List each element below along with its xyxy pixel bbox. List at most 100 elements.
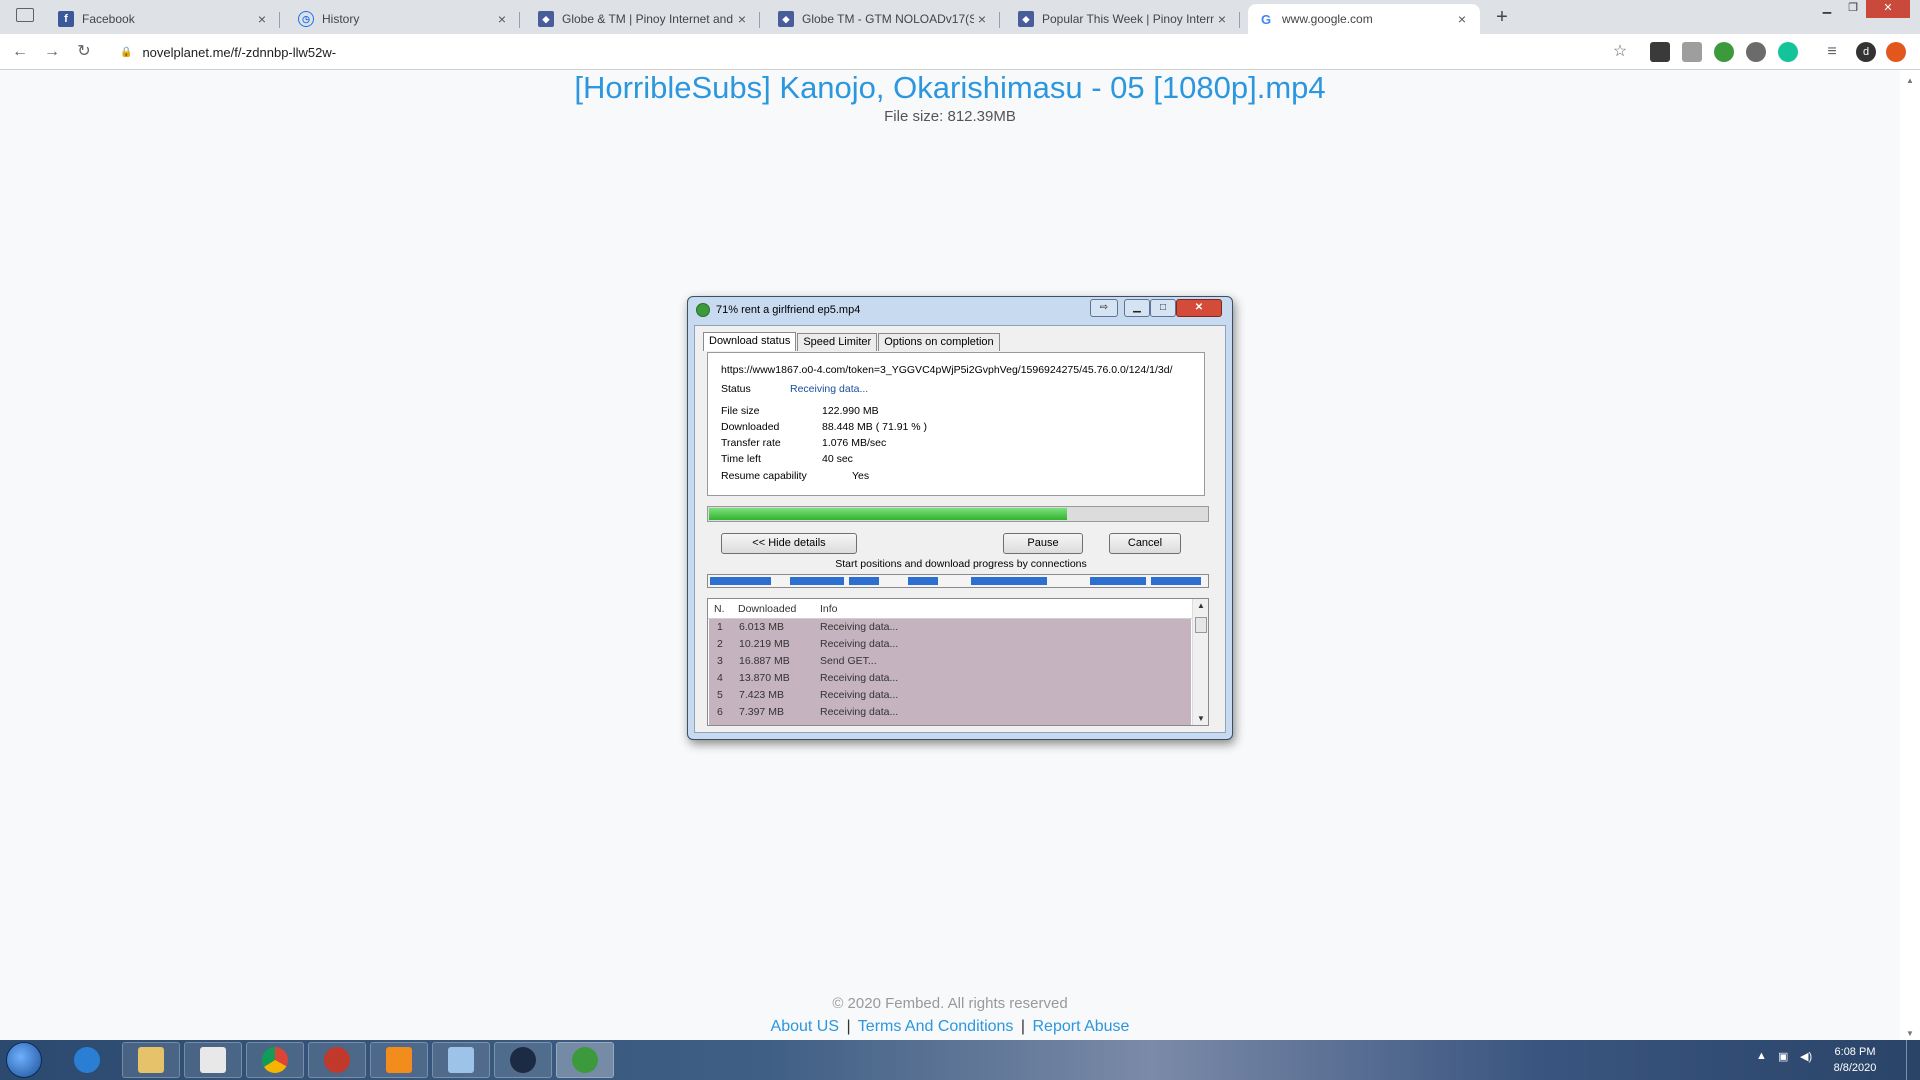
report-abuse-link[interactable]: Report Abuse bbox=[1033, 1018, 1130, 1035]
column-header-n[interactable]: N. bbox=[714, 603, 725, 615]
tab-title: History bbox=[322, 12, 360, 26]
scroll-down-icon[interactable]: ▼ bbox=[1906, 1029, 1914, 1038]
garena-icon[interactable] bbox=[308, 1042, 366, 1078]
page-scrollbar[interactable]: ▲ ▼ bbox=[1900, 70, 1920, 1040]
download-progress-bar bbox=[707, 506, 1209, 522]
tab-history[interactable]: ◷ History × bbox=[288, 4, 520, 34]
extension-idm-icon[interactable] bbox=[1714, 42, 1734, 62]
connections-caption: Start positions and download progress by… bbox=[835, 558, 1087, 570]
cancel-button[interactable]: Cancel bbox=[1109, 533, 1181, 554]
dialog-arrow-icon[interactable]: ⇨ bbox=[1090, 299, 1118, 317]
table-scrollbar[interactable]: ▲ ▼ bbox=[1192, 599, 1208, 725]
forward-icon[interactable]: → bbox=[40, 40, 64, 64]
volume-icon[interactable]: ◀) bbox=[1800, 1050, 1812, 1063]
table-row[interactable]: 5 7.423 MB Receiving data... bbox=[709, 687, 1191, 704]
profile-avatar[interactable]: d bbox=[1856, 42, 1876, 62]
detail-label: File size bbox=[721, 405, 760, 417]
url-text: novelplanet.me/f/-zdnnbp-llw52w- bbox=[142, 44, 337, 60]
notepad-icon[interactable] bbox=[432, 1042, 490, 1078]
detail-label: Resume capability bbox=[721, 470, 807, 482]
scroll-up-icon[interactable]: ▲ bbox=[1906, 76, 1914, 85]
tray-expand-icon[interactable]: ▲ bbox=[1756, 1050, 1767, 1062]
tab-download-status[interactable]: Download status bbox=[703, 332, 797, 351]
browser-toolbar: ← → ↻ 🔒 novelplanet.me/f/-zdnnbp-llw52w-… bbox=[0, 34, 1920, 70]
vlc-icon[interactable] bbox=[370, 1042, 428, 1078]
show-desktop-button[interactable] bbox=[1906, 1040, 1920, 1080]
table-row[interactable]: 1 6.013 MB Receiving data... bbox=[709, 619, 1191, 636]
connection-segment bbox=[1090, 577, 1146, 585]
chrome-icon[interactable] bbox=[246, 1042, 304, 1078]
media-player-icon[interactable] bbox=[184, 1042, 242, 1078]
connection-segment bbox=[710, 577, 771, 585]
menu-update-icon[interactable] bbox=[1886, 42, 1906, 62]
tab-popular-this-week[interactable]: ◆ Popular This Week | Pinoy Interne × bbox=[1008, 4, 1240, 34]
close-icon[interactable]: × bbox=[1214, 11, 1230, 27]
extension-download-icon[interactable] bbox=[1650, 42, 1670, 62]
connection-segment bbox=[790, 577, 844, 585]
close-icon[interactable]: × bbox=[254, 11, 270, 27]
connection-segment bbox=[971, 577, 1047, 585]
column-header-info[interactable]: Info bbox=[820, 603, 838, 615]
cell-info: Receiving data... bbox=[820, 706, 899, 718]
about-us-link[interactable]: About US bbox=[771, 1018, 839, 1035]
page-title: [HorribleSubs] Kanojo, Okarishimasu - 05… bbox=[574, 70, 1326, 105]
tab-globe-tm[interactable]: ◆ Globe & TM | Pinoy Internet and × bbox=[528, 4, 760, 34]
table-row[interactable]: 4 13.870 MB Receiving data... bbox=[709, 670, 1191, 687]
close-icon[interactable]: × bbox=[494, 11, 510, 27]
reload-icon[interactable]: ↻ bbox=[72, 40, 96, 64]
extension-circle-icon[interactable] bbox=[1746, 42, 1766, 62]
file-size-label: File size: 812.39MB bbox=[884, 108, 1016, 125]
file-explorer-icon[interactable] bbox=[122, 1042, 180, 1078]
tab-speed-limiter[interactable]: Speed Limiter bbox=[797, 333, 878, 351]
close-window-icon[interactable]: ✕ bbox=[1866, 0, 1910, 18]
table-body: 1 6.013 MB Receiving data... 2 10.219 MB… bbox=[709, 619, 1191, 725]
column-header-downloaded[interactable]: Downloaded bbox=[738, 603, 796, 615]
close-icon[interactable]: × bbox=[974, 11, 990, 27]
address-bar[interactable]: 🔒 novelplanet.me/f/-zdnnbp-llw52w- bbox=[108, 38, 1638, 66]
extension-grammarly-icon[interactable] bbox=[1778, 42, 1798, 62]
cell-downloaded: 7.423 MB bbox=[739, 689, 784, 701]
tab-google[interactable]: G www.google.com × bbox=[1248, 4, 1480, 34]
hide-details-button[interactable]: << Hide details bbox=[721, 533, 857, 554]
bookmark-star-icon[interactable]: ☆ bbox=[1608, 40, 1632, 64]
window-controls: ▁ ❐ ✕ bbox=[1814, 0, 1910, 18]
progress-fill bbox=[709, 508, 1067, 520]
tab-facebook[interactable]: f Facebook × bbox=[48, 4, 280, 34]
detail-label: Transfer rate bbox=[721, 437, 781, 449]
cell-n: 1 bbox=[717, 621, 723, 633]
connection-segment bbox=[1151, 577, 1201, 585]
table-row[interactable]: 6 7.397 MB Receiving data... bbox=[709, 704, 1191, 721]
app-icon[interactable] bbox=[494, 1042, 552, 1078]
cell-downloaded: 6.013 MB bbox=[739, 621, 784, 633]
table-row[interactable]: 3 16.887 MB Send GET... bbox=[709, 653, 1191, 670]
back-icon[interactable]: ← bbox=[8, 40, 32, 64]
close-icon[interactable]: × bbox=[734, 11, 750, 27]
dialog-maximize-icon[interactable]: □ bbox=[1150, 299, 1176, 317]
minimize-icon[interactable]: ▁ bbox=[1814, 0, 1840, 18]
system-clock[interactable]: 6:08 PM 8/8/2020 bbox=[1820, 1044, 1890, 1076]
tab-title: Popular This Week | Pinoy Interne bbox=[1042, 12, 1214, 26]
dialog-minimize-icon[interactable]: ▁ bbox=[1124, 299, 1150, 317]
reading-list-icon[interactable]: ≡ bbox=[1820, 40, 1844, 64]
table-row[interactable]: 2 10.219 MB Receiving data... bbox=[709, 636, 1191, 653]
idm-icon[interactable] bbox=[556, 1042, 614, 1078]
scroll-down-icon[interactable]: ▼ bbox=[1197, 714, 1205, 723]
maximize-icon[interactable]: ❐ bbox=[1840, 0, 1866, 18]
tab-globe-tm-gtm[interactable]: ◆ Globe TM - GTM NOLOADv17(S × bbox=[768, 4, 1000, 34]
pause-button[interactable]: Pause bbox=[1003, 533, 1083, 554]
terms-link[interactable]: Terms And Conditions bbox=[858, 1018, 1014, 1035]
status-row: Status Receiving data... bbox=[721, 383, 868, 395]
scroll-thumb[interactable] bbox=[1195, 617, 1207, 633]
new-tab-button[interactable]: + bbox=[1490, 6, 1514, 30]
internet-explorer-icon[interactable] bbox=[58, 1042, 116, 1078]
detail-row: File size 122.990 MB bbox=[721, 405, 879, 417]
scroll-up-icon[interactable]: ▲ bbox=[1197, 601, 1205, 610]
extension-camera-icon[interactable] bbox=[1682, 42, 1702, 62]
dialog-close-icon[interactable]: ✕ bbox=[1176, 299, 1222, 317]
close-icon[interactable]: × bbox=[1454, 11, 1470, 27]
tab-options-on-completion[interactable]: Options on completion bbox=[878, 333, 1000, 351]
cell-info: Receiving data... bbox=[820, 689, 899, 701]
network-icon[interactable]: ▣ bbox=[1778, 1050, 1788, 1063]
tab-search-icon[interactable] bbox=[16, 8, 34, 22]
start-button[interactable] bbox=[6, 1042, 42, 1078]
